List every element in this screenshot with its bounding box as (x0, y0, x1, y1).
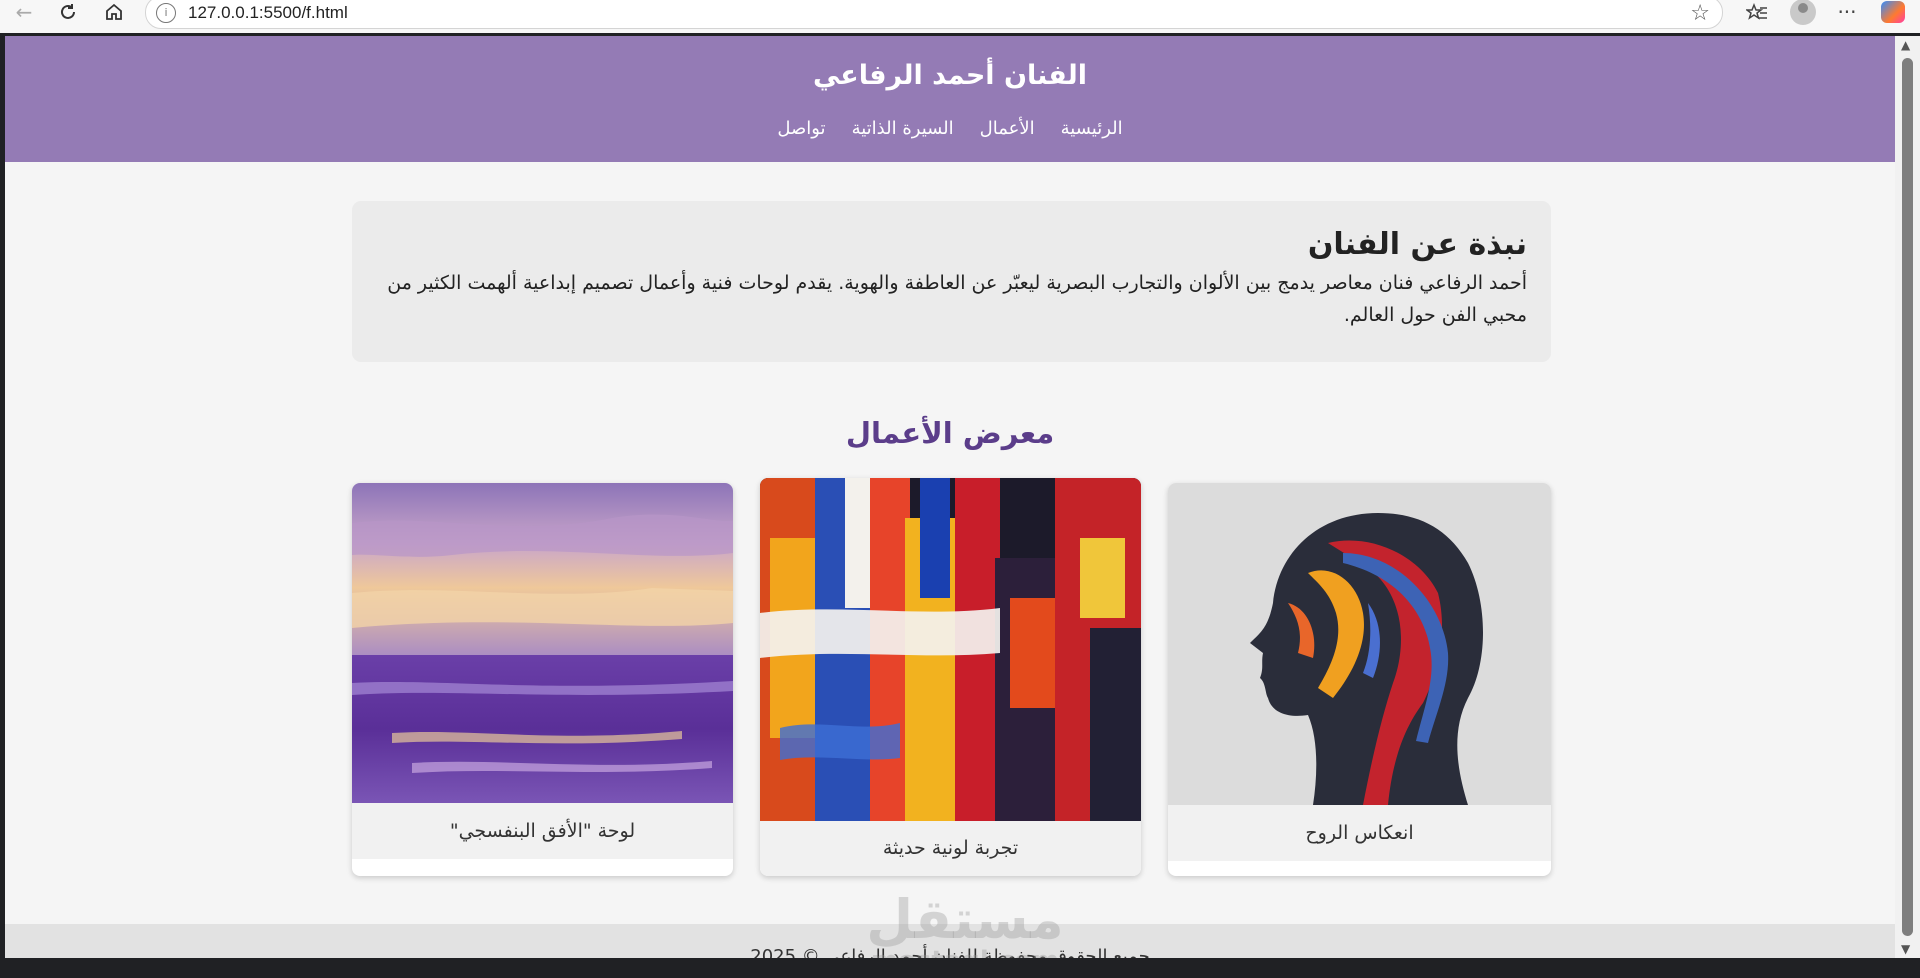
site-title: الفنان أحمد الرفاعي (812, 60, 1087, 91)
page-viewport: الفنان أحمد الرفاعي الرئيسية الأعمال الس… (5, 36, 1895, 958)
scrollbar[interactable]: ▲ ▼ (1895, 36, 1920, 958)
scroll-down-icon[interactable]: ▼ (1901, 942, 1910, 956)
home-icon[interactable] (98, 0, 130, 24)
nav-link-works[interactable]: الأعمال (980, 118, 1035, 139)
gallery-card-horizon[interactable]: لوحة "الأفق البنفسجي" (352, 483, 733, 876)
more-menu-icon[interactable]: ··· (1830, 0, 1864, 24)
footer-text: جميع الحقوق محفوظة للفنان أحمد الرفاعي ©… (750, 946, 1150, 958)
copilot-icon[interactable] (1876, 0, 1910, 24)
about-text: أحمد الرفاعي فنان معاصر يدمج بين الألوان… (387, 272, 1527, 326)
card-caption: انعكاس الروح (1168, 805, 1551, 861)
gallery-card-soul[interactable]: انعكاس الروح (1168, 483, 1551, 876)
nav-link-home[interactable]: الرئيسية (1061, 118, 1123, 139)
address-bar[interactable]: i 127.0.0.1:5500/f.html ☆ (145, 0, 1723, 29)
browser-toolbar: ← i 127.0.0.1:5500/f.html ☆ ··· (0, 0, 1920, 33)
gallery-title: معرض الأعمال (845, 416, 1055, 450)
site-footer: جميع الحقوق محفوظة للفنان أحمد الرفاعي ©… (5, 924, 1895, 958)
scroll-up-icon[interactable]: ▲ (1901, 38, 1910, 52)
url-text: 127.0.0.1:5500/f.html (188, 3, 348, 22)
back-arrow-icon[interactable]: ← (8, 0, 40, 24)
profile-icon[interactable] (1786, 0, 1820, 25)
nav-link-biography[interactable]: السيرة الذاتية (852, 118, 954, 139)
about-title: نبذة عن الفنان (1307, 227, 1527, 262)
reload-icon[interactable] (52, 0, 84, 24)
artwork-head-silhouette (1168, 483, 1551, 805)
favorite-star-icon[interactable]: ☆ (1690, 1, 1710, 26)
taskbar (0, 958, 1920, 978)
site-nav: الرئيسية الأعمال السيرة الذاتية تواصل (5, 118, 1895, 139)
artwork-abstract-strokes (760, 478, 1141, 821)
favorites-list-icon[interactable] (1740, 0, 1774, 24)
artwork-purple-horizon (352, 483, 733, 803)
card-caption: لوحة "الأفق البنفسجي" (352, 803, 733, 859)
site-header: الفنان أحمد الرفاعي الرئيسية الأعمال الس… (5, 36, 1895, 162)
gallery-card-modern[interactable]: تجربة لونية حديثة (760, 478, 1141, 876)
site-info-icon[interactable]: i (156, 3, 176, 23)
nav-link-contact[interactable]: تواصل (777, 118, 825, 139)
scroll-thumb[interactable] (1902, 58, 1913, 936)
about-section: نبذة عن الفنان أحمد الرفاعي فنان معاصر ي… (352, 201, 1551, 362)
card-caption: تجربة لونية حديثة (760, 821, 1141, 876)
